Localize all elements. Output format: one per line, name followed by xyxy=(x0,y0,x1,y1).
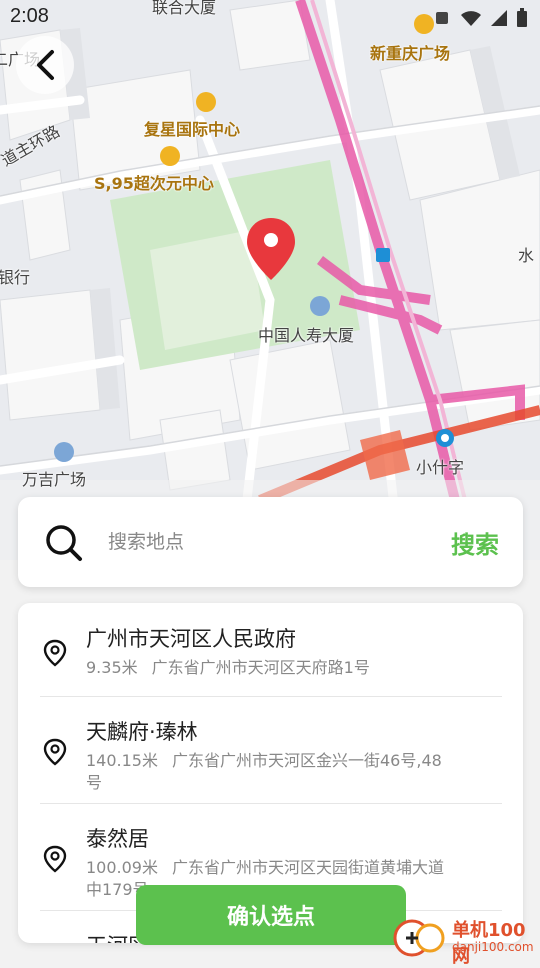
search-button[interactable]: 搜索 xyxy=(451,525,499,560)
list-item[interactable]: 广州市天河区人民政府 9.35米 广东省广州市天河区天府路1号 xyxy=(40,603,502,697)
map-label-xinchongqing: 新重庆广场 xyxy=(370,44,451,63)
map-label-bank: 银行 xyxy=(0,268,31,287)
result-meta: 9.35米 广东省广州市天河区天府路1号 xyxy=(86,657,446,679)
search-icon xyxy=(46,525,82,561)
map-label-s95: S,95超次元中心 xyxy=(94,174,214,193)
result-name: 广州市天河区人民政府 xyxy=(86,627,296,651)
map-label-xiaoshizi: 小什字 xyxy=(416,458,465,477)
office-building-icon xyxy=(54,442,74,462)
battery-icon xyxy=(517,8,527,27)
result-name: 泰然居 xyxy=(86,827,149,851)
office-building-icon xyxy=(310,296,330,316)
result-meta: 140.15米 广东省广州市天河区金兴一街46号,48号 xyxy=(86,750,446,794)
result-distance: 100.09米 xyxy=(86,858,158,877)
location-marker-icon xyxy=(43,738,67,766)
location-marker-icon xyxy=(43,845,67,873)
map-label-fuxing: 复星国际中心 xyxy=(144,120,241,139)
search-input[interactable] xyxy=(106,523,430,561)
building-icon xyxy=(196,92,216,112)
watermark-url: danji100.com xyxy=(452,940,534,954)
map-label-wanji: 万吉广场 xyxy=(22,470,87,489)
confirm-location-button[interactable]: 确认选点 xyxy=(136,885,406,945)
search-bar: 搜索 xyxy=(18,497,523,587)
sim-icon xyxy=(436,12,448,24)
result-address: 广东省广州市天河区天府路1号 xyxy=(151,658,370,677)
map-label-renshou: 中国人寿大厦 xyxy=(258,326,355,345)
wifi-icon xyxy=(461,11,481,26)
watermark: 单机100网 danji100.com xyxy=(390,914,540,967)
result-distance: 140.15米 xyxy=(86,751,158,770)
building-icon xyxy=(160,146,180,166)
result-distance: 9.35米 xyxy=(86,658,138,677)
signal-icon xyxy=(491,10,507,26)
location-pin-icon xyxy=(247,218,295,280)
status-bar: 2:08 xyxy=(0,0,540,34)
list-item[interactable]: 天麟府·瑧林 140.15米 广东省广州市天河区金兴一街46号,48号 xyxy=(40,696,502,804)
map-label-water: 水 xyxy=(518,246,535,265)
location-marker-icon xyxy=(43,639,67,667)
chevron-left-icon xyxy=(37,50,54,80)
status-time: 2:08 xyxy=(10,5,49,27)
back-button[interactable] xyxy=(16,36,74,94)
result-name: 天麟府·瑧林 xyxy=(86,720,198,744)
watermark-logo-icon xyxy=(393,919,445,957)
map-view[interactable]: 联合大厦 新重庆广场 复星国际中心 S,95超次元中心 道主环路 银行 中国人寿… xyxy=(0,0,540,560)
